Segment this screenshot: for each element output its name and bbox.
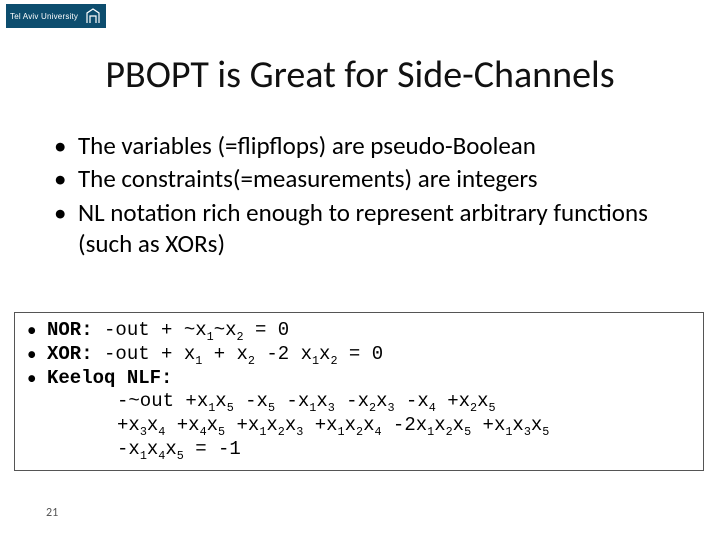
- slide-title: PBOPT is Great for Side-Channels: [0, 52, 720, 98]
- code-label: XOR:: [47, 343, 93, 365]
- code-label: Keeloq NLF:: [47, 367, 172, 389]
- bullet-item: NL notation rich enough to represent arb…: [54, 197, 680, 260]
- page-number: 21: [46, 506, 58, 520]
- code-line-nor: NOR: -out + ~x1~x2 = 0: [25, 319, 693, 343]
- code-label: NOR:: [47, 319, 93, 341]
- code-expr: -out + ~x1~x2 = 0: [104, 319, 289, 341]
- university-logo: Tel Aviv University: [6, 4, 106, 28]
- code-line-keeloq-1: -~out +x1x5 -x5 -x1x3 -x2x3 -x4 +x2x5: [25, 390, 693, 414]
- code-line-keeloq-2: +x3x4 +x4x5 +x1x2x3 +x1x2x4 -2x1x2x5 +x1…: [25, 414, 693, 438]
- slide: Tel Aviv University PBOPT is Great for S…: [0, 0, 720, 540]
- body-bullets: The variables (=flipflops) are pseudo-Bo…: [54, 130, 680, 261]
- bullet-item: The variables (=flipflops) are pseudo-Bo…: [54, 130, 680, 161]
- code-line-keeloq-label: Keeloq NLF:: [25, 367, 693, 391]
- code-line-xor: XOR: -out + x1 + x2 -2 x1x2 = 0: [25, 343, 693, 367]
- logo-text: Tel Aviv University: [10, 12, 78, 21]
- logo-emblem-icon: [84, 6, 102, 26]
- code-box: NOR: -out + ~x1~x2 = 0 XOR: -out + x1 + …: [14, 312, 704, 471]
- bullet-item: The constraints(=measurements) are integ…: [54, 163, 680, 194]
- code-line-keeloq-3: -x1x4x5 = -1: [25, 438, 693, 462]
- code-expr: -out + x1 + x2 -2 x1x2 = 0: [104, 343, 383, 365]
